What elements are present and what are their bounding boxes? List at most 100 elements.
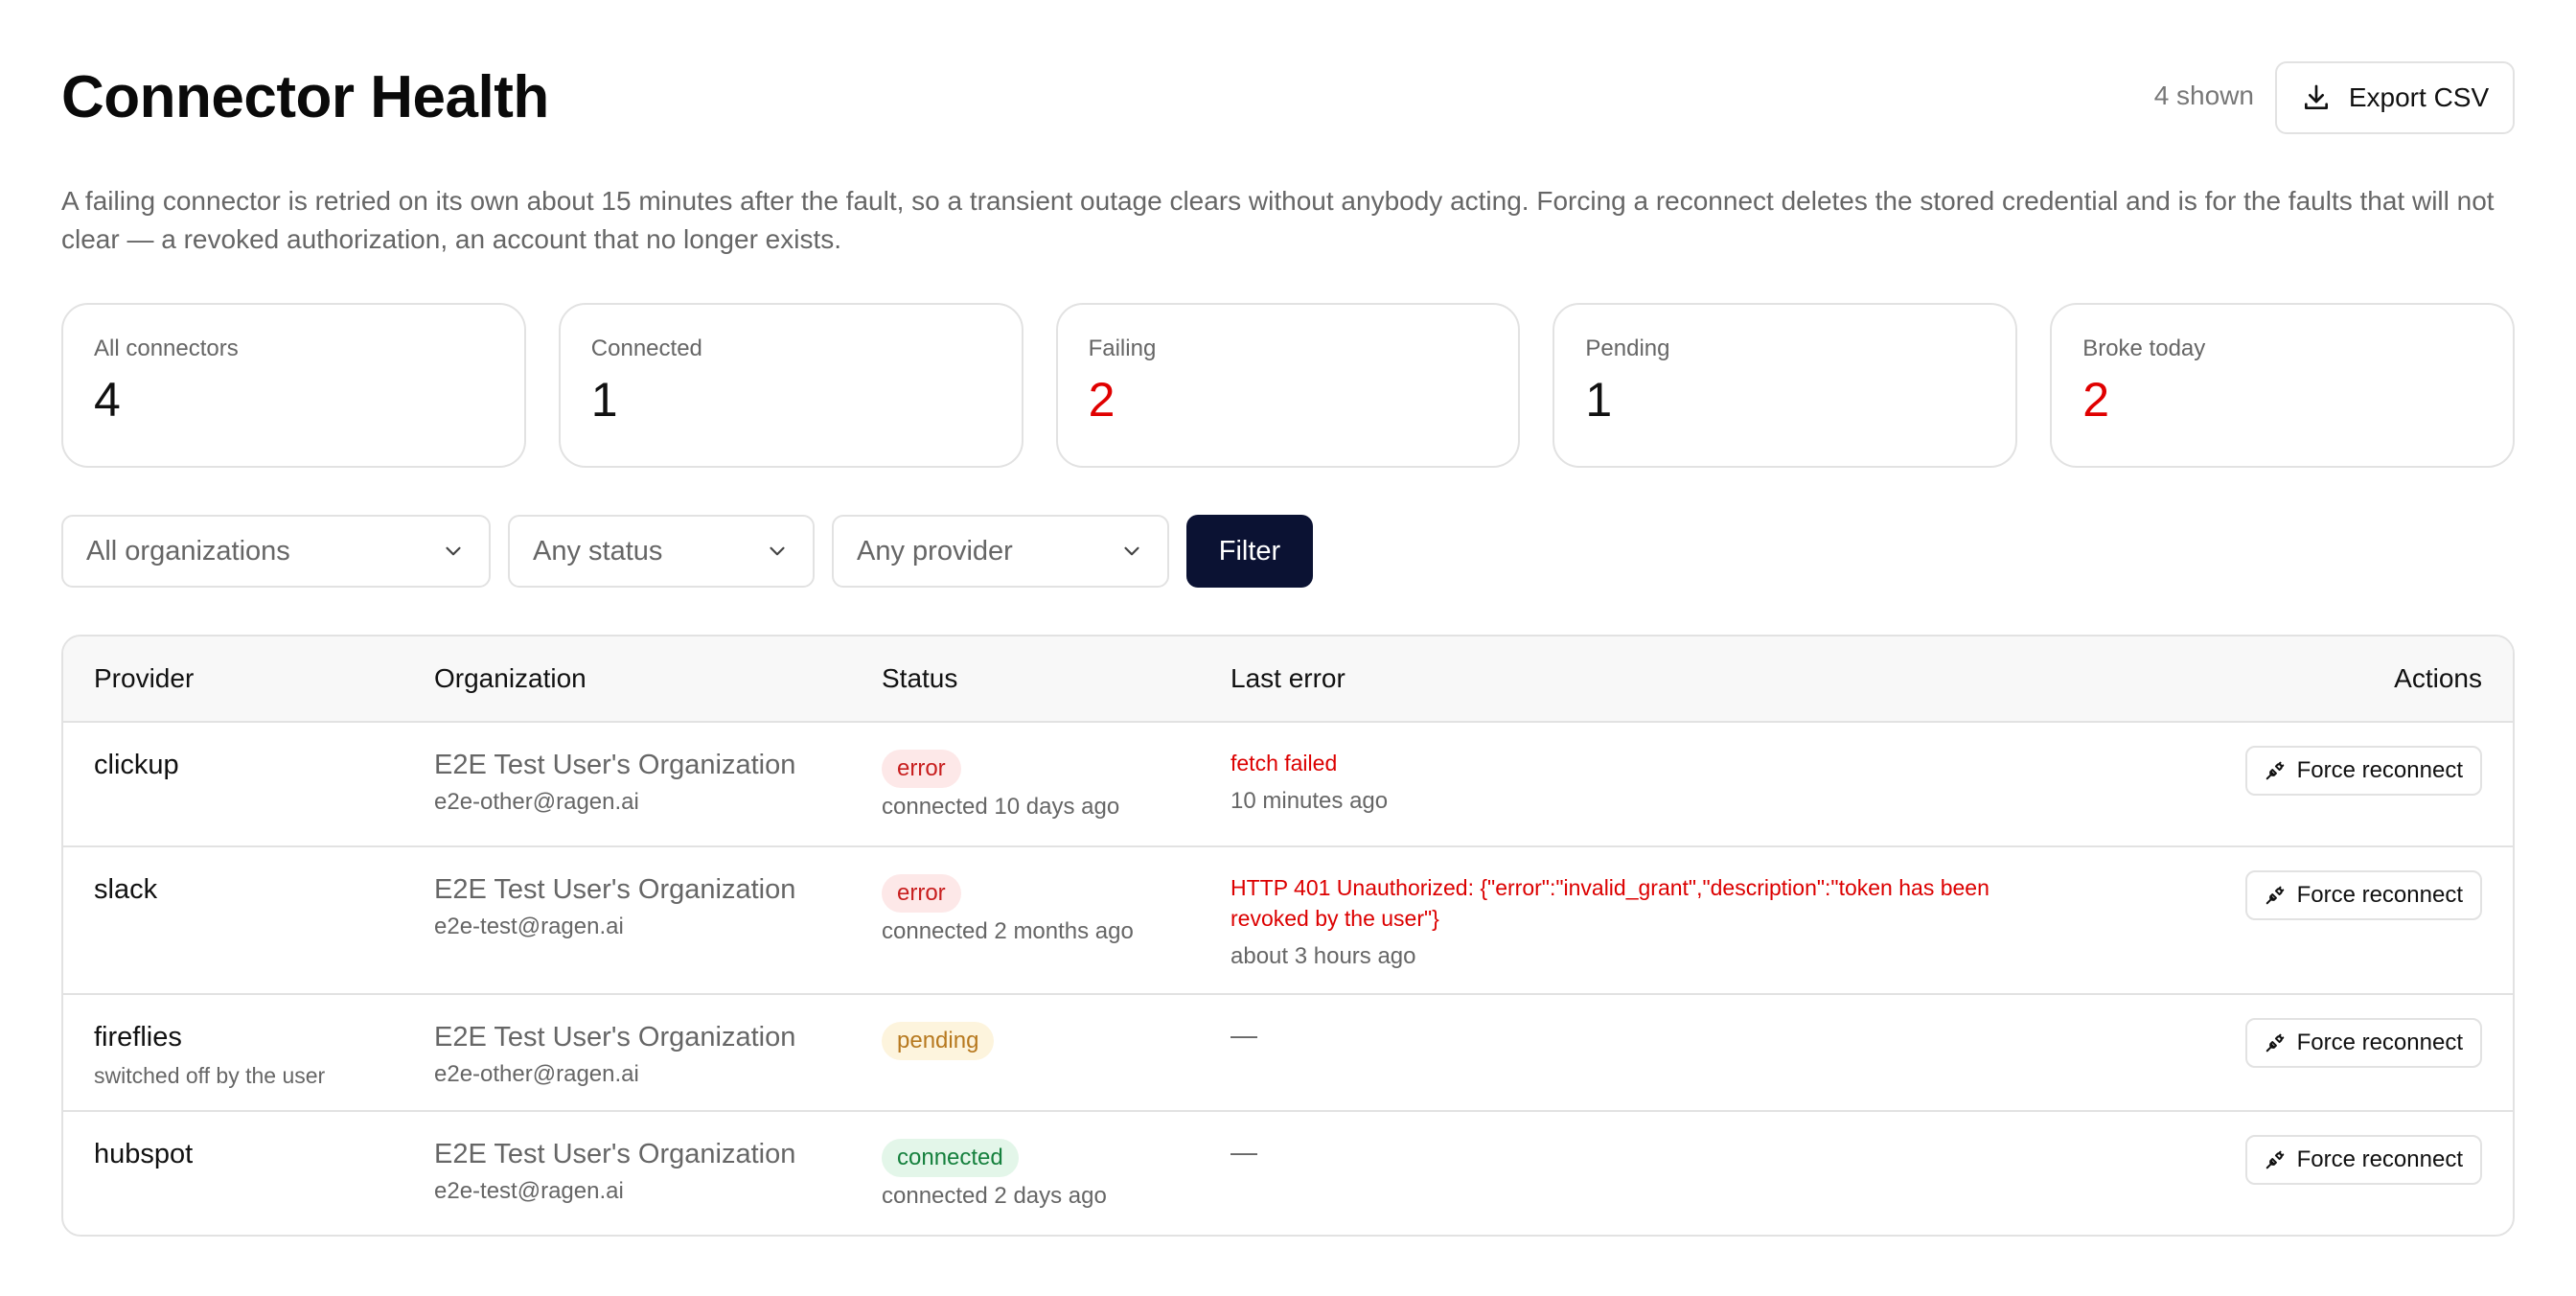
force-reconnect-label: Force reconnect	[2296, 1146, 2463, 1172]
provider-cell: slack	[94, 874, 157, 906]
status-cell: pending	[882, 1022, 995, 1060]
status-select-value: Any status	[533, 535, 663, 567]
organization-email: e2e-test@ragen.ai	[434, 1178, 624, 1204]
status-detail: connected 2 days ago	[882, 1183, 1107, 1209]
organization-name: E2E Test User's Organization	[434, 1139, 796, 1169]
page-description: A failing connector is retried on its ow…	[61, 186, 2495, 254]
organization-name: E2E Test User's Organization	[434, 874, 796, 905]
table-header: Provider Organization Status Last error …	[63, 636, 2513, 723]
organization-select-value: All organizations	[86, 535, 290, 567]
error-time: 10 minutes ago	[1230, 788, 1389, 814]
actions-cell: Force reconnect	[2244, 870, 2482, 920]
no-error-dash: —	[1230, 1137, 1257, 1167]
actions-cell: Force reconnect	[2244, 746, 2482, 796]
stat-card-pending: Pending 1	[1552, 303, 2018, 468]
organization-select[interactable]: All organizations	[61, 515, 491, 588]
provider-cell: hubspot	[94, 1139, 193, 1170]
organization-email: e2e-test@ragen.ai	[434, 914, 624, 939]
organization-email: e2e-other@ragen.ai	[434, 789, 639, 815]
stat-label: Broke today	[2082, 336, 2206, 361]
filter-button[interactable]: Filter	[1186, 515, 1313, 588]
actions-cell: Force reconnect	[2244, 1018, 2482, 1068]
status-badge: connected	[882, 1139, 1019, 1177]
plug-icon	[2266, 761, 2284, 780]
page-title: Connector Health	[61, 64, 549, 130]
plug-icon	[2266, 1150, 2284, 1169]
chevron-down-icon	[770, 546, 785, 556]
actions-cell: Force reconnect	[2244, 1135, 2482, 1185]
organization-name: E2E Test User's Organization	[434, 1022, 796, 1053]
organization-cell: E2E Test User's Organization e2e-other@r…	[434, 750, 795, 816]
no-error-dash: —	[1230, 1020, 1257, 1050]
last-error-cell: fetch failed 10 minutes ago	[1230, 748, 2064, 815]
status-cell: connected connected 2 days ago	[882, 1139, 1107, 1210]
chevron-down-icon	[1124, 546, 1139, 556]
stat-value: 1	[590, 373, 618, 427]
chevron-down-icon	[446, 546, 461, 556]
column-provider: Provider	[94, 663, 195, 693]
table-row: clickup E2E Test User's Organization e2e…	[63, 723, 2513, 847]
stat-card-broke-today: Broke today 2	[2050, 303, 2515, 468]
provider-select-value: Any provider	[857, 535, 1013, 567]
connectors-table: Provider Organization Status Last error …	[61, 635, 2515, 1237]
column-last-error: Last error	[1230, 663, 1346, 693]
stat-card-connected: Connected 1	[558, 303, 1024, 468]
column-actions: Actions	[2394, 663, 2482, 693]
force-reconnect-button[interactable]: Force reconnect	[2244, 870, 2482, 920]
filter-bar: All organizations Any status Any provide…	[61, 515, 1313, 588]
shown-count: 4 shown	[2153, 81, 2254, 110]
table-row: slack E2E Test User's Organization e2e-t…	[63, 847, 2513, 995]
last-error-cell: —	[1230, 1137, 2064, 1168]
plug-icon	[2266, 886, 2284, 905]
provider-cell: clickup	[94, 750, 179, 781]
organization-name: E2E Test User's Organization	[434, 750, 796, 780]
stat-value: 2	[2082, 373, 2109, 427]
last-error-cell: —	[1230, 1020, 2064, 1051]
provider-note: switched off by the user	[94, 1063, 326, 1088]
stat-card-failing: Failing 2	[1055, 303, 1521, 468]
provider-name: slack	[94, 874, 158, 905]
plug-icon	[2266, 1033, 2284, 1053]
force-reconnect-button[interactable]: Force reconnect	[2244, 746, 2482, 796]
status-badge: error	[882, 874, 961, 913]
status-detail: connected 2 months ago	[882, 918, 1134, 944]
error-message: fetch failed	[1230, 751, 1338, 775]
column-status: Status	[882, 663, 958, 693]
organization-cell: E2E Test User's Organization e2e-other@r…	[434, 1022, 795, 1088]
error-time: about 3 hours ago	[1230, 943, 1416, 969]
force-reconnect-label: Force reconnect	[2296, 1030, 2463, 1055]
stats-row: All connectors 4 Connected 1 Failing 2 P…	[61, 303, 2515, 468]
force-reconnect-label: Force reconnect	[2296, 882, 2463, 908]
provider-cell: fireflies switched off by the user	[94, 1022, 325, 1089]
page-header: Connector Health 4 shown Export CSV	[61, 61, 2515, 134]
error-message: HTTP 401 Unauthorized: {"error":"invalid…	[1230, 875, 1990, 931]
stat-card-all: All connectors 4	[61, 303, 526, 468]
status-badge: pending	[882, 1022, 995, 1060]
table-row: hubspot E2E Test User's Organization e2e…	[63, 1112, 2513, 1235]
stat-value: 1	[1585, 373, 1613, 427]
force-reconnect-label: Force reconnect	[2296, 757, 2463, 783]
provider-name: hubspot	[94, 1139, 194, 1169]
organization-cell: E2E Test User's Organization e2e-test@ra…	[434, 874, 795, 940]
provider-select[interactable]: Any provider	[832, 515, 1169, 588]
table-row: fireflies switched off by the user E2E T…	[63, 995, 2513, 1112]
organization-cell: E2E Test User's Organization e2e-test@ra…	[434, 1139, 795, 1205]
organization-email: e2e-other@ragen.ai	[434, 1061, 639, 1087]
stat-value: 4	[94, 373, 121, 427]
force-reconnect-button[interactable]: Force reconnect	[2244, 1018, 2482, 1068]
status-cell: error connected 10 days ago	[882, 750, 1119, 821]
status-badge: error	[882, 750, 961, 788]
stat-label: All connectors	[94, 336, 239, 361]
stat-label: Failing	[1088, 336, 1157, 361]
stat-label: Connected	[590, 336, 702, 361]
last-error-cell: HTTP 401 Unauthorized: {"error":"invalid…	[1230, 872, 2064, 970]
status-select[interactable]: Any status	[508, 515, 815, 588]
export-csv-label: Export CSV	[2348, 82, 2490, 112]
export-csv-button[interactable]: Export CSV	[2275, 61, 2515, 134]
column-organization: Organization	[434, 663, 586, 693]
provider-name: fireflies	[94, 1022, 182, 1053]
force-reconnect-button[interactable]: Force reconnect	[2244, 1135, 2482, 1185]
status-detail: connected 10 days ago	[882, 794, 1120, 820]
provider-name: clickup	[94, 750, 179, 780]
download-icon	[2304, 84, 2328, 109]
